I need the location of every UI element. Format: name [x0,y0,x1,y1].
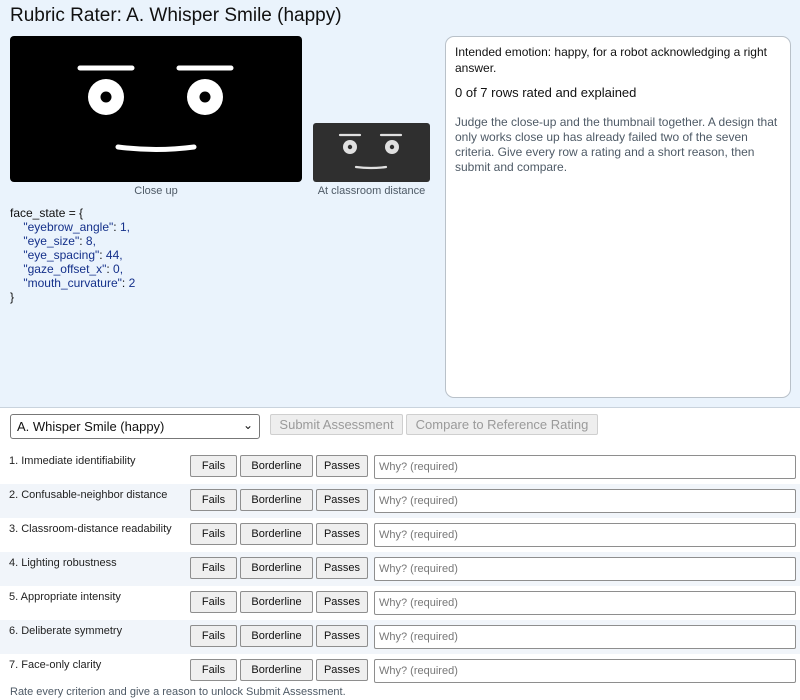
criterion-row-1: 1. Immediate identifiability Fails Borde… [0,450,800,484]
fails-button[interactable]: Fails [190,557,237,579]
borderline-button[interactable]: Borderline [240,489,313,511]
code-line: "eye_size": 8, [23,234,96,248]
chevron-down-icon: ⌄ [242,418,253,432]
passes-button[interactable]: Passes [316,455,368,477]
criterion-label: 4. Lighting robustness [9,557,117,569]
reason-input[interactable] [374,625,796,649]
preview-panel: Rubric Rater: A. Whisper Smile (happy) C… [0,0,800,408]
passes-button[interactable]: Passes [316,523,368,545]
fails-button[interactable]: Fails [190,523,237,545]
page-title: Rubric Rater: A. Whisper Smile (happy) [10,5,342,26]
reason-input[interactable] [374,489,796,513]
design-select-value: A. Whisper Smile (happy) [17,419,165,434]
close-up-caption: Close up [134,185,178,197]
code-line: "eyebrow_angle": 1, [23,220,130,234]
reason-input[interactable] [374,591,796,615]
passes-button[interactable]: Passes [316,557,368,579]
borderline-button[interactable]: Borderline [240,625,313,647]
face-state-code: face_state = { "eyebrow_angle": 1, "eye_… [10,206,135,304]
fails-button[interactable]: Fails [190,625,237,647]
fails-button[interactable]: Fails [190,591,237,613]
code-line: "gaze_offset_x": 0, [23,262,124,276]
submit-assessment-button[interactable]: Submit Assessment [270,414,403,435]
borderline-button[interactable]: Borderline [240,523,313,545]
guidance-text: Judge the close-up and the thumbnail tog… [455,115,778,174]
info-panel: Intended emotion: happy, for a robot ack… [445,36,791,398]
borderline-button[interactable]: Borderline [240,455,313,477]
criterion-row-5: 5. Appropriate intensity Fails Borderlin… [0,586,800,620]
criterion-row-3: 3. Classroom-distance readability Fails … [0,518,800,552]
criterion-row-7: 7. Face-only clarity Fails Borderline Pa… [0,654,800,688]
intended-emotion: Intended emotion: happy, for a robot ack… [455,45,767,75]
reason-input[interactable] [374,523,796,547]
code-line: "eye_spacing": 44, [23,248,123,262]
criterion-label: 2. Confusable-neighbor distance [9,489,168,501]
fails-button[interactable]: Fails [190,455,237,477]
face-preview-classroom [313,123,430,182]
criterion-label: 6. Deliberate symmetry [9,625,123,637]
compare-reference-button[interactable]: Compare to Reference Rating [406,414,598,435]
robot-face-small-icon [338,133,403,170]
fails-button[interactable]: Fails [190,489,237,511]
criterion-label: 3. Classroom-distance readability [9,523,172,535]
borderline-button[interactable]: Borderline [240,659,313,681]
criterion-row-4: 4. Lighting robustness Fails Borderline … [0,552,800,586]
passes-button[interactable]: Passes [316,489,368,511]
passes-button[interactable]: Passes [316,591,368,613]
passes-button[interactable]: Passes [316,625,368,647]
reason-input[interactable] [374,659,796,683]
code-close: } [10,290,15,304]
robot-face-large-icon [77,65,234,152]
fails-button[interactable]: Fails [190,659,237,681]
criterion-row-6: 6. Deliberate symmetry Fails Borderline … [0,620,800,654]
criterion-label: 1. Immediate identifiability [9,455,136,467]
reason-input[interactable] [374,455,796,479]
criterion-label: 7. Face-only clarity [9,659,102,671]
face-preview-close-up [10,36,302,182]
classroom-caption: At classroom distance [317,185,426,197]
submit-hint: Rate every criterion and give a reason t… [10,686,346,698]
code-line: "mouth_curvature": 2 [23,276,136,290]
progress-text: 0 of 7 rows rated and explained [455,85,637,100]
borderline-button[interactable]: Borderline [240,591,313,613]
code-open: face_state = { [10,206,84,220]
borderline-button[interactable]: Borderline [240,557,313,579]
reason-input[interactable] [374,557,796,581]
criterion-label: 5. Appropriate intensity [9,591,121,603]
design-select[interactable]: A. Whisper Smile (happy) ⌄ [10,414,260,439]
passes-button[interactable]: Passes [316,659,368,681]
criterion-row-2: 2. Confusable-neighbor distance Fails Bo… [0,484,800,518]
